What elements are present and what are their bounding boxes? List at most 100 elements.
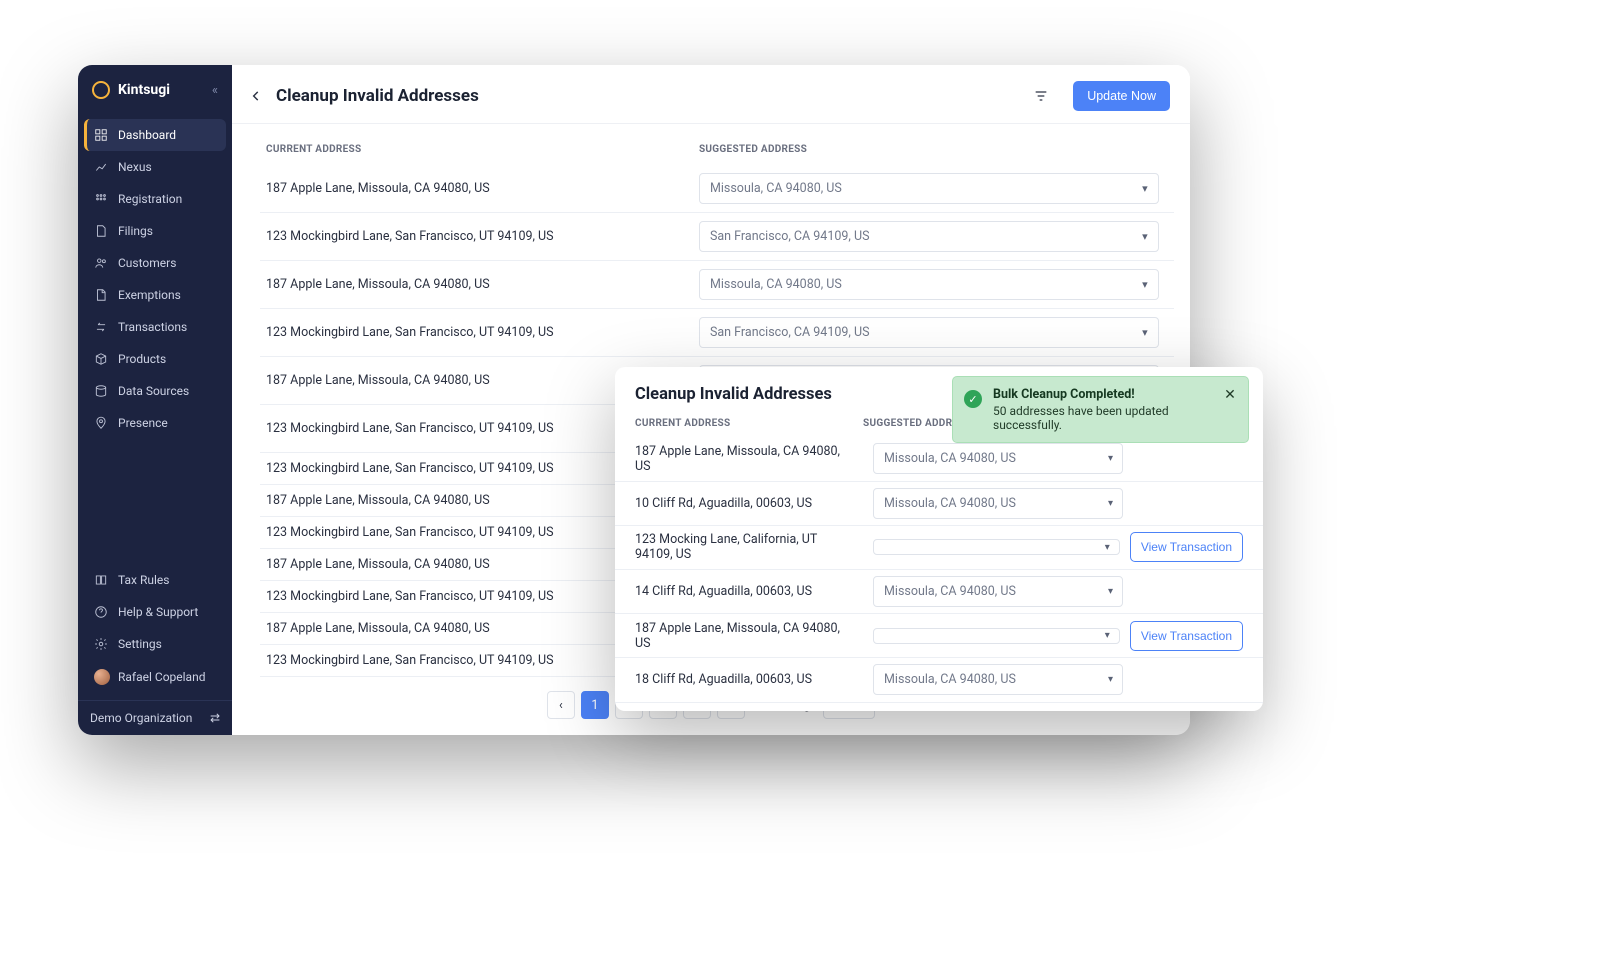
overlay-row: 187 Apple Lane, Missoula, CA 94080, US Vi… (615, 614, 1263, 658)
select-value: Missoula, CA 94080, US (884, 672, 1016, 687)
suggested-address-select[interactable]: Missoula, CA 94080, US (699, 173, 1159, 204)
dashboard-icon (94, 128, 108, 142)
sidebar-nav: Dashboard Nexus Registration Filings Cus… (78, 113, 232, 564)
toast-title: Bulk Cleanup Completed! (993, 387, 1216, 402)
database-icon (94, 384, 108, 398)
swap-icon: ⇄ (210, 711, 220, 725)
select-value: Missoula, CA 94080, US (884, 496, 1016, 511)
overlay-row: 10 Cliff Rd, Aguadilla, 00603, US Missoul… (615, 482, 1263, 527)
sidebar-item-nexus[interactable]: Nexus (84, 151, 226, 183)
sidebar-item-registration[interactable]: Registration (84, 183, 226, 215)
sidebar-item-label: Dashboard (118, 128, 176, 142)
back-icon[interactable] (246, 86, 266, 106)
sidebar-item-dashboard[interactable]: Dashboard (84, 119, 226, 151)
sidebar-user[interactable]: Rafael Copeland (84, 660, 226, 694)
sidebar-item-filings[interactable]: Filings (84, 215, 226, 247)
document-icon (94, 224, 108, 238)
cell-current-address: 187 Apple Lane, Missoula, CA 94080, US (266, 277, 699, 292)
help-icon (94, 605, 108, 619)
org-name: Demo Organization (90, 711, 192, 725)
select-value: Missoula, CA 94080, US (884, 584, 1016, 599)
cell-suggested-address: San Francisco, CA 94109, US (699, 317, 1168, 348)
suggested-address-select[interactable]: Missoula, CA 94080, US (699, 269, 1159, 300)
overlay-current-address: 187 Apple Lane, Missoula, CA 94080, US (635, 621, 863, 651)
sidebar-item-customers[interactable]: Customers (84, 247, 226, 279)
sidebar-item-label: Data Sources (118, 384, 189, 398)
overlay-card: Cleanup Invalid Addresses CURRENT ADDRES… (615, 367, 1263, 711)
overlay-current-address: 18 Cliff Rd, Aguadilla, 00603, US (635, 672, 863, 687)
page-button[interactable]: 1 (581, 691, 609, 719)
gear-icon (94, 637, 108, 651)
table-row: 123 Mockingbird Lane, San Francisco, UT … (260, 213, 1174, 261)
overlay-current-address: 10 Cliff Rd, Aguadilla, 00603, US (635, 496, 863, 511)
check-icon: ✓ (964, 390, 982, 408)
suggested-address-select[interactable]: San Francisco, CA 94109, US (699, 317, 1159, 348)
sidebar-item-label: Settings (118, 637, 162, 651)
overlay-current-address: 187 Apple Lane, Missoula, CA 94080, US (635, 444, 863, 474)
sidebar-item-label: Registration (118, 192, 182, 206)
toast-success: ✓ Bulk Cleanup Completed! 50 addresses h… (952, 376, 1249, 443)
cube-icon (94, 352, 108, 366)
exempt-icon (94, 288, 108, 302)
toast-message: 50 addresses have been updated successfu… (993, 404, 1216, 432)
overlay-suggested-select[interactable]: Missoula, CA 94080, US (873, 443, 1123, 474)
page-header: Cleanup Invalid Addresses Update Now (232, 65, 1190, 124)
view-transaction-button[interactable]: View Transaction (1130, 621, 1243, 651)
overlay-suggested-select[interactable]: Missoula, CA 94080, US (873, 664, 1123, 695)
view-transaction-button[interactable]: View Transaction (1130, 532, 1243, 562)
chart-icon (94, 160, 108, 174)
overlay-current-address: 14 Cliff Rd, Aguadilla, 00603, US (635, 584, 863, 599)
table-header-row: CURRENT ADDRESS SUGGESTED ADDRESS (260, 134, 1174, 165)
sidebar-item-products[interactable]: Products (84, 343, 226, 375)
filter-icon[interactable] (1031, 86, 1051, 106)
overlay-suggested-select[interactable]: Missoula, CA 94080, US (873, 576, 1123, 607)
users-icon (94, 256, 108, 270)
overlay-row: 18 Cliff Rd, Aguadilla, 00603, US Missoul… (615, 658, 1263, 703)
overlay-current-address: 123 Mocking Lane, California, UT 94109, … (635, 532, 863, 562)
cell-suggested-address: Missoula, CA 94080, US (699, 173, 1168, 204)
overlay-row: 187 Apple Lane, Missoula, CA 94080, US Mi… (615, 437, 1263, 482)
sidebar-item-label: Presence (118, 416, 168, 430)
overlay-row: 123 Mocking Lane, California, UT 94109, … (615, 526, 1263, 570)
table-row: 187 Apple Lane, Missoula, CA 94080, US Mi… (260, 261, 1174, 309)
sidebar-item-label: Exemptions (118, 288, 181, 302)
sidebar-item-settings[interactable]: Settings (84, 628, 226, 660)
org-switcher[interactable]: Demo Organization ⇄ (78, 700, 232, 735)
column-header-current: CURRENT ADDRESS (266, 144, 699, 155)
overlay-suggested-select[interactable]: Missoula, CA 94080, US (873, 488, 1123, 519)
sidebar-item-label: Help & Support (118, 605, 198, 619)
collapse-sidebar-icon[interactable]: « (212, 83, 218, 98)
select-value: San Francisco, CA 94109, US (710, 229, 870, 244)
brand: Kintsugi « (78, 65, 232, 113)
sidebar-bottom: Tax Rules Help & Support Settings Rafael… (78, 564, 232, 700)
book-icon (94, 573, 108, 587)
swap-icon (94, 320, 108, 334)
overlay-suggested-select[interactable] (873, 628, 1120, 644)
sidebar-item-label: Filings (118, 224, 153, 238)
sidebar: Kintsugi « Dashboard Nexus Registration … (78, 65, 232, 735)
sidebar-item-exemptions[interactable]: Exemptions (84, 279, 226, 311)
sidebar-item-label: Products (118, 352, 166, 366)
page-title: Cleanup Invalid Addresses (276, 86, 479, 106)
close-icon[interactable]: ✕ (1222, 387, 1238, 403)
sidebar-item-tax-rules[interactable]: Tax Rules (84, 564, 226, 596)
sidebar-item-label: Nexus (118, 160, 152, 174)
select-value: Missoula, CA 94080, US (710, 181, 842, 196)
cell-suggested-address: Missoula, CA 94080, US (699, 269, 1168, 300)
update-now-button[interactable]: Update Now (1073, 81, 1170, 111)
cell-current-address: 123 Mockingbird Lane, San Francisco, UT … (266, 229, 699, 244)
sidebar-item-data-sources[interactable]: Data Sources (84, 375, 226, 407)
select-value: Missoula, CA 94080, US (710, 277, 842, 292)
overlay-row: 14 Cliff Rd, Aguadilla, 00603, US Missoul… (615, 570, 1263, 615)
suggested-address-select[interactable]: San Francisco, CA 94109, US (699, 221, 1159, 252)
sidebar-item-transactions[interactable]: Transactions (84, 311, 226, 343)
select-value: San Francisco, CA 94109, US (710, 325, 870, 340)
overlay-suggested-select[interactable] (873, 539, 1120, 555)
sidebar-item-label: Customers (118, 256, 176, 270)
user-name: Rafael Copeland (118, 670, 205, 684)
sidebar-item-help[interactable]: Help & Support (84, 596, 226, 628)
grid-icon (94, 192, 108, 206)
pin-icon (94, 416, 108, 430)
sidebar-item-presence[interactable]: Presence (84, 407, 226, 439)
page-prev-button[interactable]: ‹ (547, 691, 575, 719)
